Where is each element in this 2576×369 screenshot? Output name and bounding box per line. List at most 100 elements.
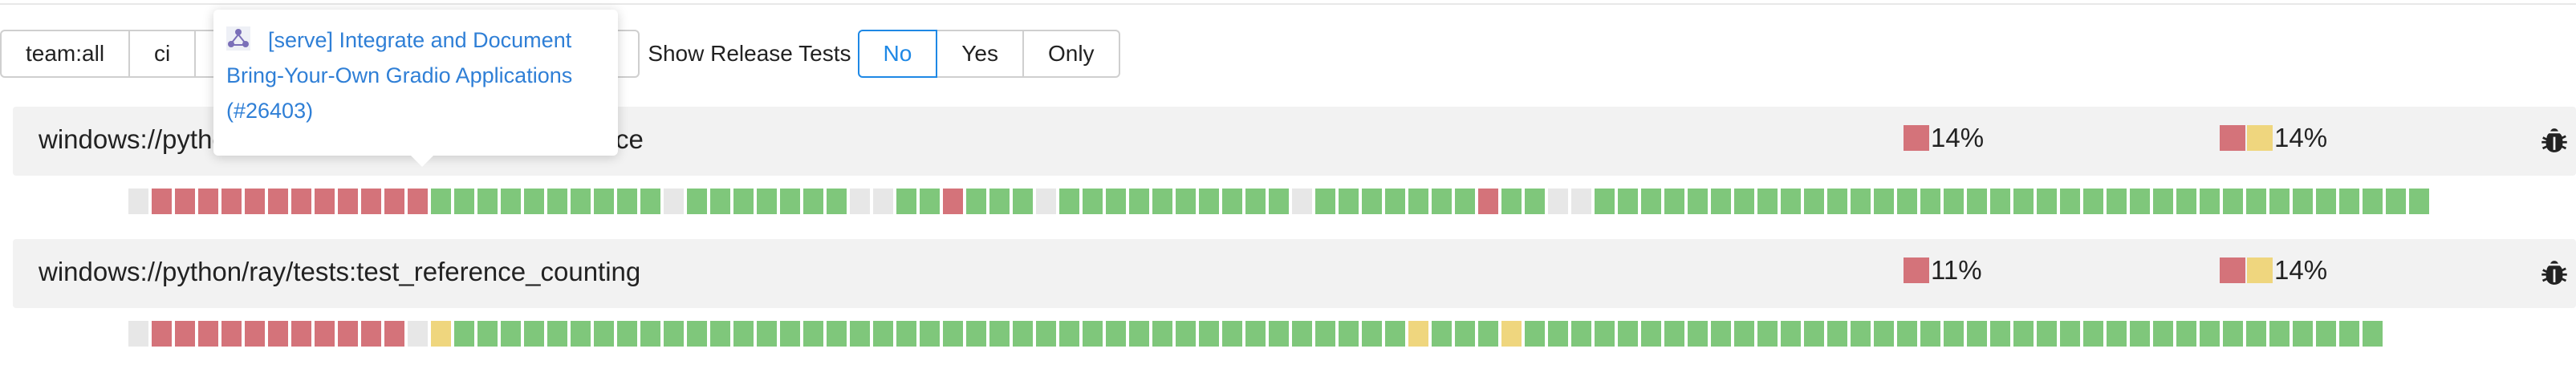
passed-cell[interactable] bbox=[1874, 321, 1894, 347]
failed-cell[interactable] bbox=[1478, 189, 1498, 214]
passed-cell[interactable] bbox=[1083, 321, 1103, 347]
skipped-cell[interactable] bbox=[1036, 189, 1056, 214]
passed-cell[interactable] bbox=[1851, 321, 1871, 347]
failed-cell[interactable] bbox=[338, 321, 358, 347]
passed-cell[interactable] bbox=[1222, 189, 1242, 214]
passed-cell[interactable] bbox=[477, 321, 498, 347]
passed-cell[interactable] bbox=[2409, 189, 2429, 214]
failed-cell[interactable] bbox=[221, 321, 242, 347]
passed-cell[interactable] bbox=[617, 321, 637, 347]
passed-cell[interactable] bbox=[2316, 321, 2336, 347]
passed-cell[interactable] bbox=[780, 189, 800, 214]
passed-cell[interactable] bbox=[640, 189, 660, 214]
flaky-cell[interactable] bbox=[1501, 321, 1522, 347]
failed-cell[interactable] bbox=[943, 189, 963, 214]
passed-cell[interactable] bbox=[1339, 321, 1359, 347]
passed-cell[interactable] bbox=[2107, 321, 2127, 347]
passed-cell[interactable] bbox=[1664, 189, 1684, 214]
passed-cell[interactable] bbox=[1455, 321, 1475, 347]
failed-cell[interactable] bbox=[361, 321, 381, 347]
passed-cell[interactable] bbox=[780, 321, 800, 347]
passed-cell[interactable] bbox=[803, 189, 823, 214]
passed-cell[interactable] bbox=[1129, 321, 1149, 347]
passed-cell[interactable] bbox=[1432, 189, 1452, 214]
passed-cell[interactable] bbox=[1734, 189, 1754, 214]
passed-cell[interactable] bbox=[1199, 321, 1219, 347]
passed-cell[interactable] bbox=[1339, 189, 1359, 214]
passed-cell[interactable] bbox=[1152, 321, 1172, 347]
passed-cell[interactable] bbox=[454, 189, 474, 214]
passed-cell[interactable] bbox=[1106, 321, 1126, 347]
passed-cell[interactable] bbox=[1525, 321, 1545, 347]
passed-cell[interactable] bbox=[1059, 189, 1079, 214]
skipped-cell[interactable] bbox=[1571, 189, 1591, 214]
passed-cell[interactable] bbox=[2130, 189, 2150, 214]
bug-icon[interactable] bbox=[2537, 123, 2571, 158]
passed-cell[interactable] bbox=[2269, 189, 2290, 214]
passed-cell[interactable] bbox=[1036, 321, 1056, 347]
passed-cell[interactable] bbox=[920, 321, 940, 347]
skipped-cell[interactable] bbox=[1292, 189, 1312, 214]
failed-cell[interactable] bbox=[291, 321, 311, 347]
passed-cell[interactable] bbox=[827, 189, 847, 214]
test-row[interactable]: windows://python/ray/tests:test_referenc… bbox=[13, 239, 2576, 308]
passed-cell[interactable] bbox=[757, 321, 777, 347]
skipped-cell[interactable] bbox=[873, 189, 893, 214]
passed-cell[interactable] bbox=[2339, 189, 2359, 214]
passed-cell[interactable] bbox=[2083, 189, 2103, 214]
skipped-cell[interactable] bbox=[128, 189, 148, 214]
passed-cell[interactable] bbox=[547, 189, 567, 214]
passed-cell[interactable] bbox=[2363, 321, 2383, 347]
passed-cell[interactable] bbox=[2363, 189, 2383, 214]
commit-link[interactable]: [serve] Integrate and Document Bring-You… bbox=[226, 28, 572, 123]
passed-cell[interactable] bbox=[2107, 189, 2127, 214]
failed-cell[interactable] bbox=[361, 189, 381, 214]
passed-cell[interactable] bbox=[1478, 321, 1498, 347]
failed-cell[interactable] bbox=[198, 321, 218, 347]
passed-cell[interactable] bbox=[989, 189, 1010, 214]
passed-cell[interactable] bbox=[664, 321, 684, 347]
passed-cell[interactable] bbox=[757, 189, 777, 214]
passed-cell[interactable] bbox=[1199, 189, 1219, 214]
passed-cell[interactable] bbox=[1362, 321, 1382, 347]
passed-cell[interactable] bbox=[617, 189, 637, 214]
passed-cell[interactable] bbox=[2060, 321, 2080, 347]
passed-cell[interactable] bbox=[594, 189, 614, 214]
passed-cell[interactable] bbox=[966, 321, 986, 347]
filter-ci-button[interactable]: ci bbox=[128, 30, 197, 78]
passed-cell[interactable] bbox=[896, 189, 916, 214]
passed-cell[interactable] bbox=[1013, 321, 1033, 347]
passed-cell[interactable] bbox=[1083, 189, 1103, 214]
passed-cell[interactable] bbox=[1269, 321, 1289, 347]
passed-cell[interactable] bbox=[547, 321, 567, 347]
passed-cell[interactable] bbox=[1548, 321, 1568, 347]
passed-cell[interactable] bbox=[1525, 189, 1545, 214]
failed-cell[interactable] bbox=[245, 189, 265, 214]
passed-cell[interactable] bbox=[1897, 189, 1917, 214]
passed-cell[interactable] bbox=[1315, 321, 1335, 347]
passed-cell[interactable] bbox=[1804, 321, 1824, 347]
release-only-button[interactable]: Only bbox=[1022, 30, 1120, 78]
passed-cell[interactable] bbox=[1176, 321, 1196, 347]
release-no-button[interactable]: No bbox=[857, 30, 938, 78]
passed-cell[interactable] bbox=[1757, 321, 1778, 347]
passed-cell[interactable] bbox=[2339, 321, 2359, 347]
failed-cell[interactable] bbox=[268, 321, 288, 347]
filter-team-all-button[interactable]: team:all bbox=[0, 30, 131, 78]
passed-cell[interactable] bbox=[710, 321, 730, 347]
failed-cell[interactable] bbox=[175, 189, 195, 214]
skipped-cell[interactable] bbox=[664, 189, 684, 214]
passed-cell[interactable] bbox=[1990, 189, 2010, 214]
passed-cell[interactable] bbox=[1106, 189, 1126, 214]
passed-cell[interactable] bbox=[1152, 189, 1172, 214]
passed-cell[interactable] bbox=[1967, 321, 1987, 347]
flaky-cell[interactable] bbox=[431, 321, 451, 347]
passed-cell[interactable] bbox=[1944, 321, 1964, 347]
passed-cell[interactable] bbox=[687, 189, 707, 214]
passed-cell[interactable] bbox=[1176, 189, 1196, 214]
passed-cell[interactable] bbox=[1455, 189, 1475, 214]
failed-cell[interactable] bbox=[152, 189, 172, 214]
passed-cell[interactable] bbox=[1734, 321, 1754, 347]
passed-cell[interactable] bbox=[733, 189, 754, 214]
failed-cell[interactable] bbox=[268, 189, 288, 214]
